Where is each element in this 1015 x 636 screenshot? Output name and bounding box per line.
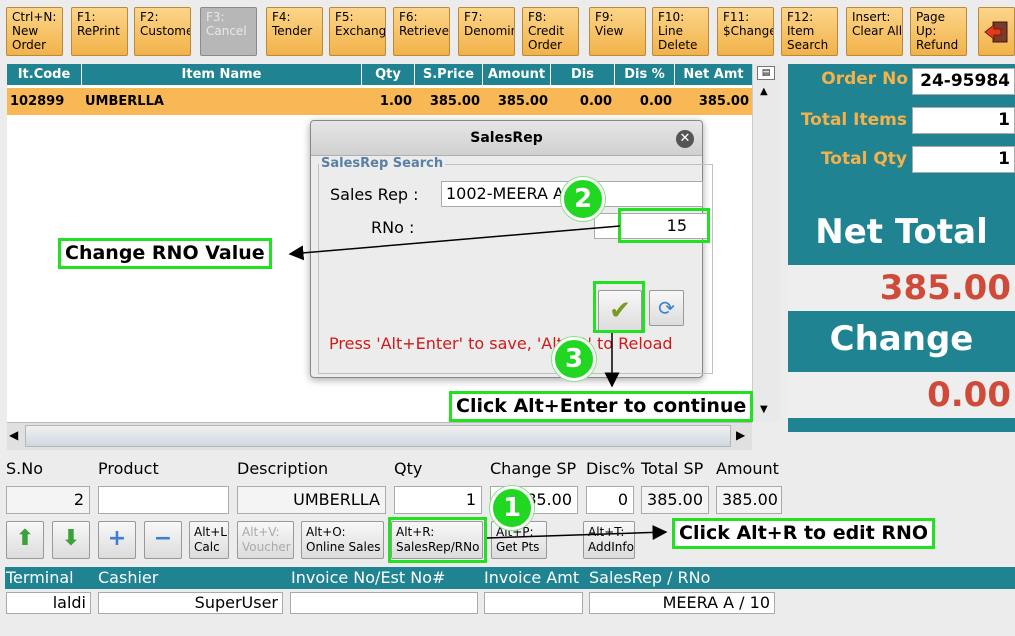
arrow-to-alt-r	[486, 524, 668, 540]
step-2-badge: 2	[561, 177, 605, 221]
step-1-badge: 1	[490, 486, 534, 530]
alt-r-callout: Click Alt+R to edit RNO	[672, 518, 936, 549]
arrow-to-change-rno	[288, 225, 621, 261]
change-rno-callout: Change RNO Value	[58, 238, 272, 269]
alt-enter-callout: Click Alt+Enter to continue	[449, 391, 754, 422]
step-3-badge: 3	[552, 337, 596, 381]
